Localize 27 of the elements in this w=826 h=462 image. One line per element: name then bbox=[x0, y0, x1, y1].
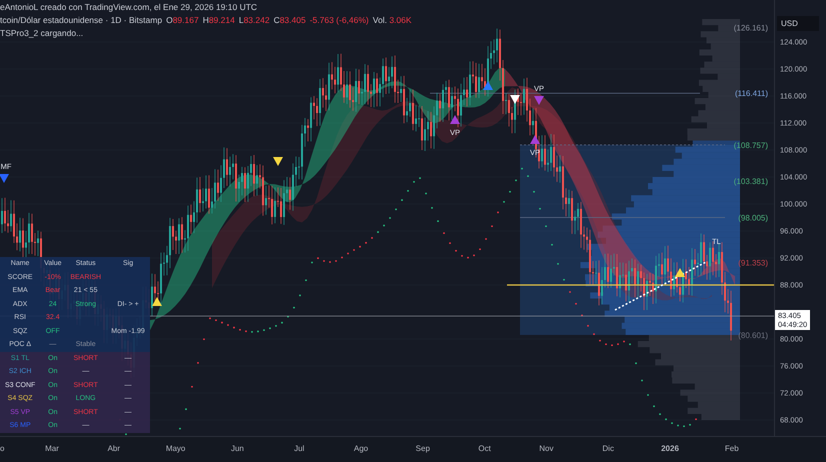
time-label: Jul bbox=[294, 444, 304, 453]
time-label: Jun bbox=[230, 444, 244, 453]
time-label: Feb bbox=[724, 444, 739, 453]
time-label: Ago bbox=[354, 444, 368, 453]
time-label: Abr bbox=[108, 444, 120, 453]
time-label: Mar bbox=[45, 444, 59, 453]
time-label: o bbox=[0, 444, 4, 453]
symbol-title: tcoin/Dólar estadounidense · 1D · Bitstamp bbox=[0, 15, 162, 25]
volume-value: Vol. 3.06K bbox=[372, 15, 412, 25]
ohlc-value: O89.167 bbox=[166, 15, 199, 25]
level-label: (116.411) bbox=[734, 89, 768, 98]
time-label: Oct bbox=[478, 444, 491, 453]
time-label: Nov bbox=[539, 444, 554, 453]
level-label: (108.757) bbox=[734, 140, 768, 150]
time-label: Sep bbox=[416, 444, 430, 453]
time-label: 2026 bbox=[661, 444, 679, 453]
indicator-status: TSPro3_2 cargando... bbox=[0, 28, 84, 38]
time-label: Mayo bbox=[166, 444, 186, 453]
ohlc-value: L83.242 bbox=[238, 15, 270, 25]
ohlc-value: C83.405 bbox=[274, 15, 306, 25]
ohlc-value: H89.214 bbox=[202, 15, 235, 25]
price-change: -5.763 (-6,46%) bbox=[310, 15, 369, 25]
currency-label: USD bbox=[777, 16, 819, 31]
time-label: Dic bbox=[602, 444, 614, 453]
level-label: (126.161) bbox=[734, 23, 768, 32]
attribution-text: eAntonioL creado con TradingView.com, el Ene 29, 2026 19:10 UTC bbox=[0, 2, 258, 12]
level-label: (80.601) bbox=[738, 330, 768, 340]
